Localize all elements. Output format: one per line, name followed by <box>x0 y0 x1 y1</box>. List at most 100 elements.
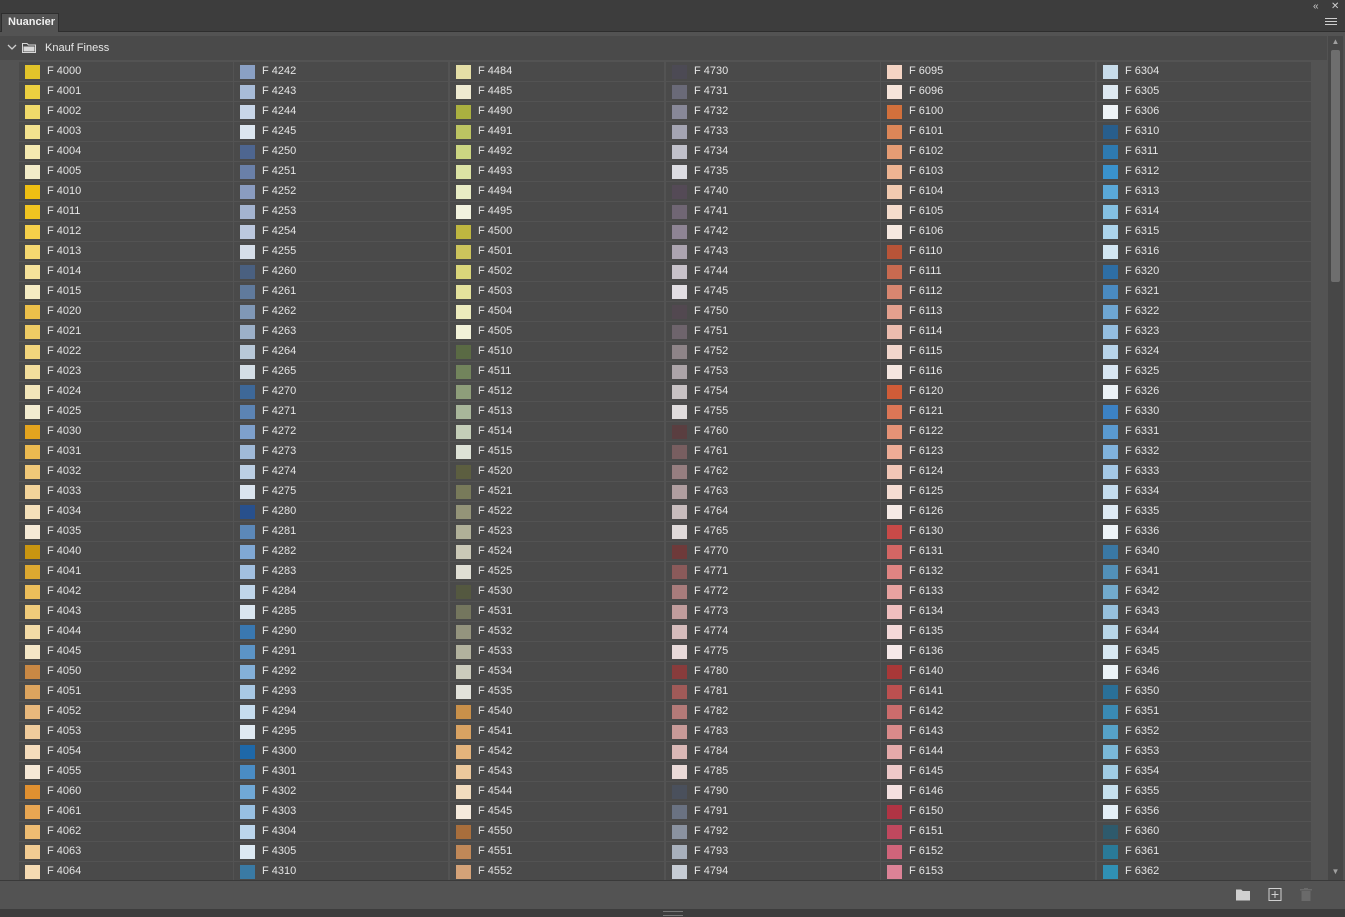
swatch-row[interactable]: F 6334 <box>1097 482 1311 501</box>
swatch-row[interactable]: F 4501 <box>450 242 664 261</box>
swatch-row[interactable]: F 4753 <box>666 362 880 381</box>
swatch-row[interactable]: F 4062 <box>19 822 233 841</box>
swatch-row[interactable]: F 4552 <box>450 862 664 880</box>
swatch-row[interactable]: F 4003 <box>19 122 233 141</box>
swatch-row[interactable]: F 6142 <box>881 702 1095 721</box>
chevron-down-icon[interactable] <box>7 42 17 52</box>
swatch-row[interactable]: F 6333 <box>1097 462 1311 481</box>
swatch-row[interactable]: F 6135 <box>881 622 1095 641</box>
swatch-row[interactable]: F 6113 <box>881 302 1095 321</box>
collapse-panel-icon[interactable]: « <box>1313 0 1319 13</box>
swatch-row[interactable]: F 4782 <box>666 702 880 721</box>
swatch-row[interactable]: F 4252 <box>234 182 448 201</box>
add-swatch-icon[interactable] <box>1268 888 1282 901</box>
vertical-scrollbar[interactable]: ▲ ▼ <box>1328 36 1343 880</box>
swatch-row[interactable]: F 4040 <box>19 542 233 561</box>
swatch-row[interactable]: F 4765 <box>666 522 880 541</box>
swatch-row[interactable]: F 4013 <box>19 242 233 261</box>
swatch-row[interactable]: F 6141 <box>881 682 1095 701</box>
swatch-row[interactable]: F 4300 <box>234 742 448 761</box>
swatch-row[interactable]: F 4064 <box>19 862 233 880</box>
swatch-row[interactable]: F 4243 <box>234 82 448 101</box>
swatch-row[interactable]: F 4774 <box>666 622 880 641</box>
swatch-row[interactable]: F 4744 <box>666 262 880 281</box>
swatch-row[interactable]: F 4741 <box>666 202 880 221</box>
swatch-row[interactable]: F 6130 <box>881 522 1095 541</box>
swatch-row[interactable]: F 4035 <box>19 522 233 541</box>
swatch-row[interactable]: F 4733 <box>666 122 880 141</box>
swatch-row[interactable]: F 6326 <box>1097 382 1311 401</box>
swatch-row[interactable]: F 4052 <box>19 702 233 721</box>
swatch-row[interactable]: F 4274 <box>234 462 448 481</box>
swatch-row[interactable]: F 6122 <box>881 422 1095 441</box>
panel-resize-bar[interactable] <box>0 909 1345 917</box>
swatch-row[interactable]: F 4293 <box>234 682 448 701</box>
swatch-row[interactable]: F 4032 <box>19 462 233 481</box>
swatch-row[interactable]: F 4271 <box>234 402 448 421</box>
swatch-row[interactable]: F 4061 <box>19 802 233 821</box>
swatch-row[interactable]: F 4525 <box>450 562 664 581</box>
swatch-row[interactable]: F 4541 <box>450 722 664 741</box>
swatch-row[interactable]: F 6151 <box>881 822 1095 841</box>
swatch-row[interactable]: F 4504 <box>450 302 664 321</box>
swatch-row[interactable]: F 4533 <box>450 642 664 661</box>
swatch-row[interactable]: F 4291 <box>234 642 448 661</box>
swatch-row[interactable]: F 4502 <box>450 262 664 281</box>
swatch-row[interactable]: F 6321 <box>1097 282 1311 301</box>
swatch-row[interactable]: F 4282 <box>234 542 448 561</box>
swatch-row[interactable]: F 6356 <box>1097 802 1311 821</box>
swatch-row[interactable]: F 4521 <box>450 482 664 501</box>
swatch-row[interactable]: F 4253 <box>234 202 448 221</box>
swatch-row[interactable]: F 6362 <box>1097 862 1311 880</box>
swatch-row[interactable]: F 6125 <box>881 482 1095 501</box>
close-icon[interactable]: ✕ <box>1331 0 1339 13</box>
swatch-row[interactable]: F 6144 <box>881 742 1095 761</box>
swatch-row[interactable]: F 6096 <box>881 82 1095 101</box>
swatch-row[interactable]: F 4043 <box>19 602 233 621</box>
swatch-row[interactable]: F 4262 <box>234 302 448 321</box>
swatch-row[interactable]: F 4261 <box>234 282 448 301</box>
swatch-row[interactable]: F 4530 <box>450 582 664 601</box>
swatch-row[interactable]: F 6311 <box>1097 142 1311 161</box>
swatch-row[interactable]: F 4265 <box>234 362 448 381</box>
swatch-row[interactable]: F 4790 <box>666 782 880 801</box>
swatch-row[interactable]: F 4011 <box>19 202 233 221</box>
swatch-row[interactable]: F 4295 <box>234 722 448 741</box>
swatch-row[interactable]: F 4051 <box>19 682 233 701</box>
swatch-row[interactable]: F 6320 <box>1097 262 1311 281</box>
swatch-row[interactable]: F 4794 <box>666 862 880 880</box>
swatch-row[interactable]: F 4063 <box>19 842 233 861</box>
swatch-row[interactable]: F 4254 <box>234 222 448 241</box>
swatch-row[interactable]: F 4540 <box>450 702 664 721</box>
swatch-row[interactable]: F 6316 <box>1097 242 1311 261</box>
swatch-row[interactable]: F 6346 <box>1097 662 1311 681</box>
swatch-row[interactable]: F 6352 <box>1097 722 1311 741</box>
swatch-row[interactable]: F 4781 <box>666 682 880 701</box>
swatch-row[interactable]: F 4542 <box>450 742 664 761</box>
swatch-row[interactable]: F 4250 <box>234 142 448 161</box>
swatch-row[interactable]: F 4024 <box>19 382 233 401</box>
swatch-row[interactable]: F 6360 <box>1097 822 1311 841</box>
swatch-row[interactable]: F 4743 <box>666 242 880 261</box>
swatch-row[interactable]: F 4783 <box>666 722 880 741</box>
swatch-row[interactable]: F 4021 <box>19 322 233 341</box>
swatch-row[interactable]: F 4020 <box>19 302 233 321</box>
swatch-row[interactable]: F 4060 <box>19 782 233 801</box>
swatch-row[interactable]: F 4012 <box>19 222 233 241</box>
swatch-row[interactable]: F 6345 <box>1097 642 1311 661</box>
swatch-row[interactable]: F 4260 <box>234 262 448 281</box>
swatch-row[interactable]: F 4755 <box>666 402 880 421</box>
swatch-row[interactable]: F 4523 <box>450 522 664 541</box>
swatch-row[interactable]: F 6095 <box>881 62 1095 81</box>
swatch-row[interactable]: F 6312 <box>1097 162 1311 181</box>
swatch-row[interactable]: F 4484 <box>450 62 664 81</box>
swatch-row[interactable]: F 6111 <box>881 262 1095 281</box>
swatch-row[interactable]: F 4001 <box>19 82 233 101</box>
swatch-row[interactable]: F 4054 <box>19 742 233 761</box>
panel-menu-icon[interactable] <box>1325 16 1337 28</box>
swatch-row[interactable]: F 6306 <box>1097 102 1311 121</box>
swatch-row[interactable]: F 4042 <box>19 582 233 601</box>
swatch-row[interactable]: F 4014 <box>19 262 233 281</box>
swatch-row[interactable]: F 6310 <box>1097 122 1311 141</box>
swatch-row[interactable]: F 4303 <box>234 802 448 821</box>
